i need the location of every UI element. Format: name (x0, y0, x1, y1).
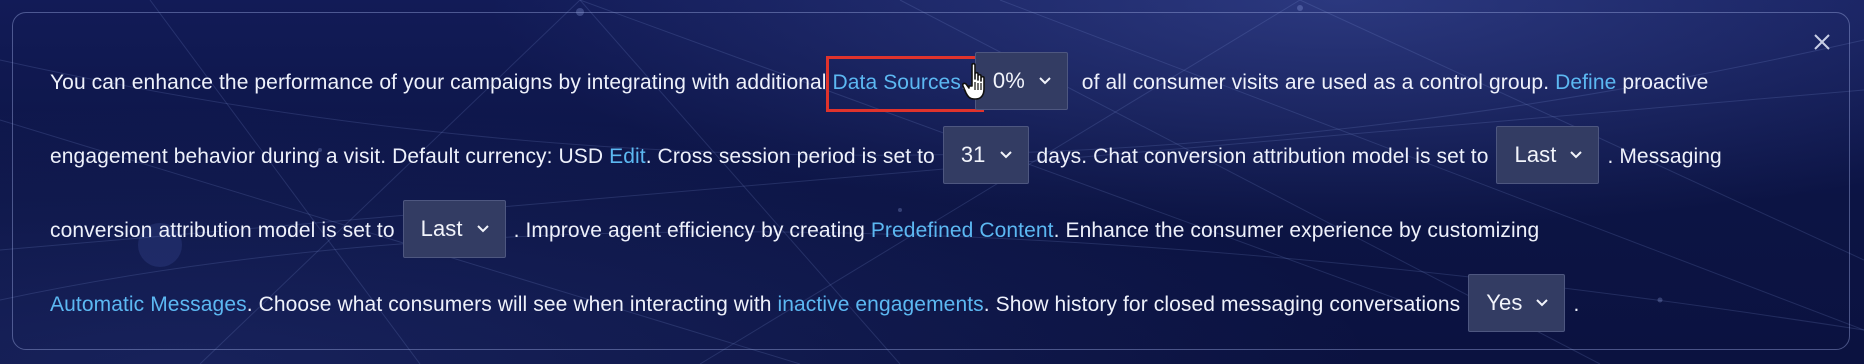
show-history-value: Yes (1486, 290, 1523, 316)
text-segment: . Enhance the consumer experience by cus… (1053, 219, 1540, 242)
data-sources-link[interactable]: Data Sources (833, 71, 961, 94)
chat-attribution-value: Last (1514, 142, 1557, 168)
show-history-dropdown[interactable]: Yes (1468, 274, 1566, 333)
settings-info-banner: You can enhance the performance of your … (0, 0, 1864, 364)
predefined-content-link[interactable]: Predefined Content (871, 219, 1054, 242)
messaging-attribution-value: Last (420, 216, 463, 242)
control-group-dropdown[interactable]: 0% (974, 52, 1068, 111)
text-segment: . Choose what consumers will see when in… (246, 293, 778, 316)
chevron-down-icon (1570, 150, 1583, 159)
text-segment: of all consumer visits are used as a con… (1075, 71, 1556, 94)
messaging-attribution-dropdown[interactable]: Last (402, 200, 506, 259)
text-segment: days. Chat conversion attribution model … (1036, 145, 1489, 168)
define-link[interactable]: Define (1555, 71, 1616, 94)
cross-session-value: 31 (960, 142, 986, 168)
data-sources-highlight: Data Sources. (825, 46, 984, 120)
chevron-down-icon (999, 150, 1012, 159)
text-segment: . Show history for closed messaging conv… (983, 293, 1461, 316)
text-segment: . (960, 71, 967, 94)
banner-text: You can enhance the performance of your … (50, 46, 1820, 342)
edit-currency-link[interactable]: Edit (609, 145, 646, 168)
chevron-down-icon (1039, 76, 1051, 85)
text-segment: . Improve agent efficiency by creating (513, 219, 871, 242)
text-segment: You can enhance the performance of your … (50, 71, 833, 94)
chevron-down-icon (476, 224, 489, 233)
chat-attribution-dropdown[interactable]: Last (1496, 126, 1600, 185)
automatic-messages-link[interactable]: Automatic Messages (50, 293, 247, 316)
cross-session-dropdown[interactable]: 31 (942, 126, 1029, 185)
chevron-down-icon (1536, 298, 1549, 307)
control-group-value: 0% (992, 68, 1025, 94)
text-segment: . (1573, 293, 1580, 316)
inactive-engagements-link[interactable]: inactive engagements (777, 293, 983, 316)
text-segment: . Cross session period is set to (645, 145, 935, 168)
